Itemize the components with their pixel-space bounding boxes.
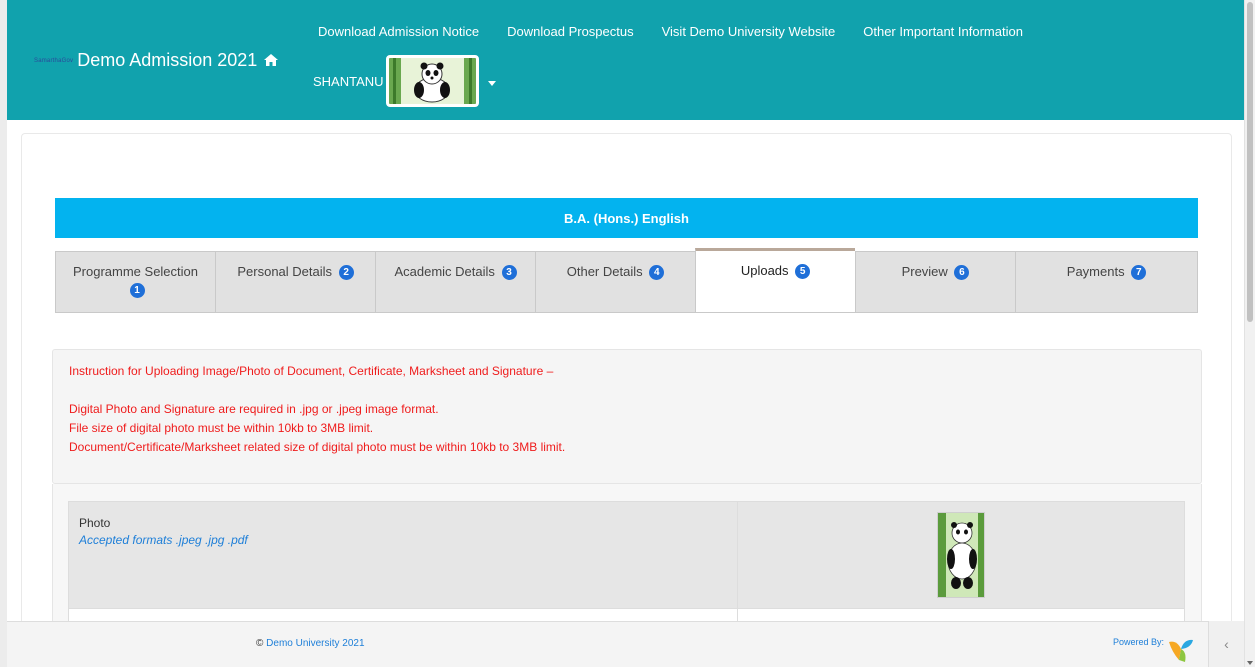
instruction-line: Document/Certificate/Marksheet related s… (69, 440, 566, 454)
upload-instructions: Instruction for Uploading Image/Photo of… (52, 349, 1202, 484)
copyright-symbol: © (256, 638, 264, 649)
brand[interactable]: SamarthaGov Demo Admission 2021 (34, 50, 279, 71)
step-badge: 7 (1131, 265, 1147, 280)
tab-uploads[interactable]: Uploads 5 (695, 248, 855, 313)
step-badge: 1 (129, 283, 145, 298)
accepted-formats: Accepted formats .jpeg .jpg .pdf (79, 533, 248, 547)
step-badge: 5 (795, 264, 811, 279)
step-tabs: Programme Selection 1 Personal Details 2 … (55, 248, 1198, 313)
program-title: B.A. (Hons.) English (564, 210, 689, 226)
nav-other-important-information[interactable]: Other Important Information (863, 24, 1023, 39)
photo-thumbnail[interactable] (936, 512, 985, 598)
tab-preview[interactable]: Preview 6 (855, 251, 1015, 313)
collapse-button[interactable]: ‹ (1208, 621, 1244, 667)
user-name[interactable]: SHANTANU (313, 74, 384, 89)
copyright: © Demo University 2021 (256, 638, 365, 649)
top-header: SamarthaGov Demo Admission 2021 Download… (7, 0, 1244, 120)
yii-logo-icon[interactable] (1164, 632, 1198, 666)
brand-title[interactable]: Demo Admission 2021 (77, 50, 257, 71)
instruction-line: Digital Photo and Signature are required… (69, 402, 439, 416)
scroll-down-arrow-icon[interactable] (1247, 661, 1253, 665)
user-menu[interactable]: SHANTANU (313, 55, 496, 107)
scrollbar-thumb[interactable] (1247, 2, 1253, 322)
table-row: Photo Accepted formats .jpeg .jpg .pdf (69, 502, 1184, 608)
step-badge: 6 (954, 265, 970, 280)
tab-label: Payments (1066, 264, 1125, 279)
vertical-scrollbar[interactable] (1244, 0, 1255, 667)
nav-visit-university-website[interactable]: Visit Demo University Website (662, 24, 836, 39)
upload-preview-cell (737, 502, 1184, 608)
chevron-left-icon: ‹ (1224, 636, 1229, 652)
home-icon[interactable] (263, 53, 279, 67)
tab-label: Other Details (566, 264, 643, 279)
uploads-table: Photo Accepted formats .jpeg .jpg .pdf (68, 501, 1185, 639)
step-badge: 2 (338, 265, 354, 280)
tab-payments[interactable]: Payments 7 (1015, 251, 1198, 313)
tab-label: Personal Details (237, 264, 333, 279)
header-nav: Download Admission Notice Download Prosp… (318, 24, 1051, 39)
tab-other-details[interactable]: Other Details 4 (535, 251, 695, 313)
upload-info-cell: Photo Accepted formats .jpeg .jpg .pdf (69, 502, 738, 608)
tab-label: Programme Selection (73, 264, 198, 279)
tab-academic-details[interactable]: Academic Details 3 (375, 251, 535, 313)
step-badge: 3 (501, 265, 517, 280)
nav-download-prospectus[interactable]: Download Prospectus (507, 24, 633, 39)
tab-programme-selection[interactable]: Programme Selection 1 (55, 251, 215, 313)
step-badge: 4 (649, 265, 665, 280)
powered-by-label: Powered By: (1112, 637, 1164, 647)
upload-title: Photo (79, 516, 111, 530)
panda-avatar-icon[interactable] (385, 55, 479, 107)
footer: © Demo University 2021 Powered By: (7, 621, 1244, 667)
tab-label: Academic Details (394, 264, 495, 279)
university-link[interactable]: Demo University 2021 (266, 638, 364, 649)
program-title-bar: B.A. (Hons.) English (55, 198, 1198, 238)
chevron-down-icon[interactable] (487, 80, 496, 86)
tab-label: Preview (901, 264, 948, 279)
brand-logo-text: SamarthaGov (34, 57, 74, 64)
instruction-line: File size of digital photo must be withi… (69, 421, 374, 435)
tab-label: Uploads (740, 263, 789, 278)
instructions-heading: Instruction for Uploading Image/Photo of… (69, 364, 554, 378)
nav-download-admission-notice[interactable]: Download Admission Notice (318, 24, 479, 39)
tab-personal-details[interactable]: Personal Details 2 (215, 251, 375, 313)
